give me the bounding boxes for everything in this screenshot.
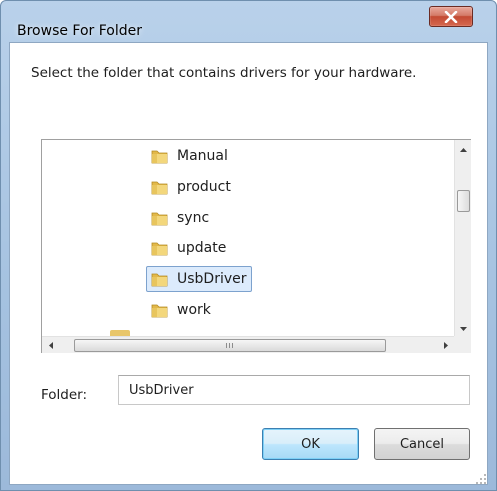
tree-item-label: UsbDriver: [177, 271, 247, 287]
tree-item-manual[interactable]: Manual: [146, 143, 233, 169]
folder-input[interactable]: [118, 375, 470, 405]
instruction-text: Select the folder that contains drivers …: [31, 65, 417, 81]
tree-item-label: Manual: [177, 148, 228, 164]
scroll-right-button[interactable]: [437, 337, 454, 354]
tree-item-usbdriver[interactable]: UsbDriver: [146, 266, 252, 292]
folder-tree[interactable]: Manual product sync update UsbDriver wor…: [41, 139, 471, 353]
tree-item-update[interactable]: update: [146, 235, 231, 261]
chevron-up-icon: [460, 141, 467, 156]
folder-icon: [151, 210, 168, 226]
folder-icon: [151, 302, 168, 318]
folder-tree-list: Manual product sync update UsbDriver wor…: [42, 140, 454, 336]
grip-icon: [226, 343, 234, 348]
folder-icon: [151, 271, 168, 287]
tree-item-sync[interactable]: sync: [146, 205, 214, 231]
close-icon: [444, 10, 458, 23]
folder-icon: [151, 148, 168, 164]
browse-for-folder-dialog: Browse For Folder Select the folder that…: [0, 0, 497, 491]
scrollbar-corner: [454, 336, 471, 353]
tree-item-label: update: [177, 240, 227, 256]
cancel-button[interactable]: Cancel: [374, 428, 470, 460]
ok-button[interactable]: OK: [262, 428, 359, 460]
close-button[interactable]: [429, 6, 473, 27]
chevron-left-icon: [48, 338, 53, 353]
tree-item-label: product: [177, 179, 231, 195]
tree-item-label: work: [177, 302, 211, 318]
folder-icon: [151, 179, 168, 195]
tree-item-label: sync: [177, 210, 210, 226]
folder-icon: [151, 240, 168, 256]
scroll-left-button[interactable]: [42, 337, 59, 354]
horizontal-scroll-thumb[interactable]: [74, 339, 386, 352]
vertical-scrollbar[interactable]: [454, 140, 471, 336]
chevron-down-icon: [460, 320, 467, 335]
scroll-up-button[interactable]: [455, 140, 472, 157]
chevron-right-icon: [443, 338, 448, 353]
folder-label: Folder:: [41, 387, 88, 403]
scroll-down-button[interactable]: [455, 319, 472, 336]
window-title: Browse For Folder: [17, 23, 143, 39]
resize-grip-icon[interactable]: [475, 473, 487, 485]
vertical-scroll-thumb[interactable]: [457, 190, 470, 212]
horizontal-scrollbar[interactable]: [42, 336, 454, 353]
tree-item-work[interactable]: work: [146, 297, 216, 323]
tree-item-product[interactable]: product: [146, 174, 236, 200]
